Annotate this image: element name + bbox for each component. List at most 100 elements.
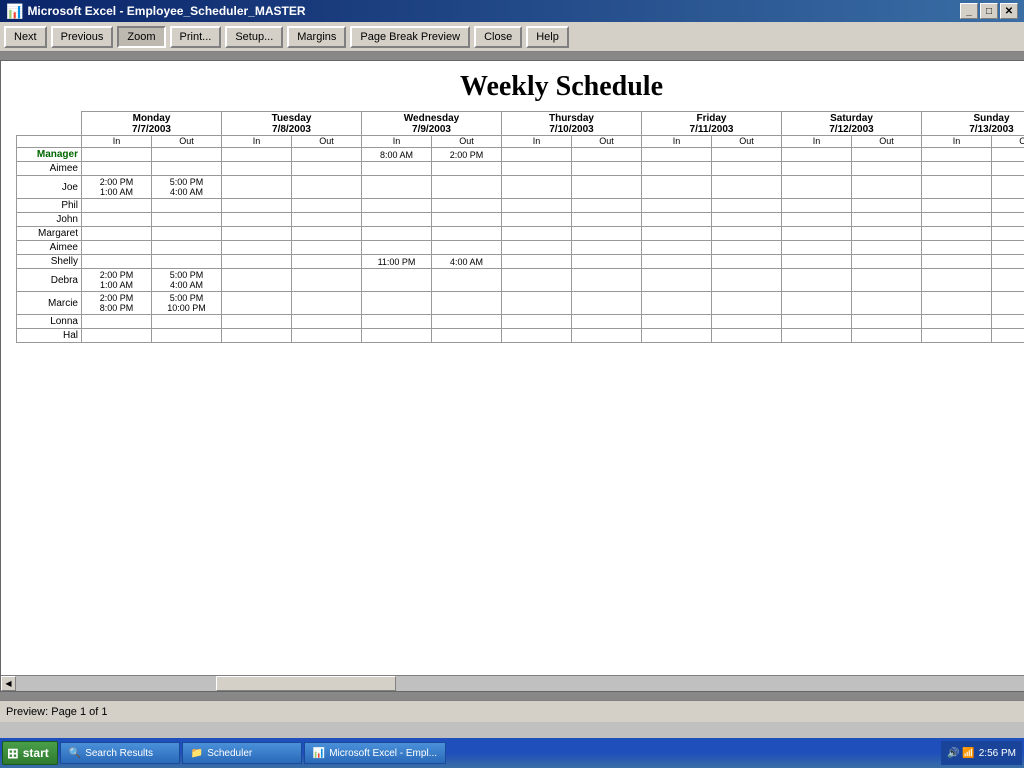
thu-out-cell: [572, 292, 642, 315]
wed-in-cell: [362, 292, 432, 315]
fri-out-cell: [712, 199, 782, 213]
wed-out-cell: [432, 241, 502, 255]
wed-out-cell: [432, 329, 502, 343]
taskbar-scheduler[interactable]: 📁 Scheduler: [182, 742, 302, 764]
employee-name: Lonna: [17, 315, 82, 329]
thu-out-cell: [572, 255, 642, 269]
mon-in-header: In: [82, 136, 152, 148]
tue-in-cell: [222, 162, 292, 176]
fri-in-cell: [642, 176, 712, 199]
employee-name: John: [17, 213, 82, 227]
page-break-preview-button[interactable]: Page Break Preview: [350, 26, 470, 48]
fri-in-cell: [642, 199, 712, 213]
tue-out-cell: [292, 269, 362, 292]
fri-in-cell: [642, 227, 712, 241]
mon-in-cell: [82, 213, 152, 227]
wed-in-cell: [362, 213, 432, 227]
tue-in-header: In: [222, 136, 292, 148]
wed-in-cell: 11:00 PM: [362, 255, 432, 269]
fri-out-cell: [712, 255, 782, 269]
sun-out-cell: [992, 292, 1024, 315]
tue-out-cell: [292, 176, 362, 199]
table-row: Manager8:00 AM2:00 PM36.00: [17, 148, 1024, 162]
sat-in-cell: [782, 227, 852, 241]
close-window-button[interactable]: ✕: [1000, 3, 1018, 19]
scroll-thumb[interactable]: [216, 676, 396, 691]
sat-in-cell: [782, 315, 852, 329]
tue-in-cell: [222, 329, 292, 343]
wed-out-cell: [432, 213, 502, 227]
wed-in-cell: [362, 227, 432, 241]
sun-in-cell: [922, 329, 992, 343]
thu-out-cell: [572, 213, 642, 227]
mon-in-cell: [82, 162, 152, 176]
taskbar-excel[interactable]: 📊 Microsoft Excel - Empl...: [304, 742, 446, 764]
table-row: Phil3.00: [17, 199, 1024, 213]
scheduler-label: Scheduler: [207, 748, 252, 759]
close-preview-button[interactable]: Close: [474, 26, 522, 48]
employee-name: Hal: [17, 329, 82, 343]
wed-out-cell: [432, 176, 502, 199]
thu-out-cell: [572, 269, 642, 292]
fri-in-cell: [642, 329, 712, 343]
print-button[interactable]: Print...: [170, 26, 222, 48]
sat-out-cell: [852, 241, 922, 255]
fri-in-header: In: [642, 136, 712, 148]
mon-out-cell: [152, 241, 222, 255]
wed-in-cell: [362, 241, 432, 255]
clock: 2:56 PM: [979, 748, 1016, 759]
sat-in-cell: [782, 199, 852, 213]
scroll-left-arrow[interactable]: ◀: [1, 676, 16, 691]
monday-header: Monday 7/7/2003: [82, 112, 222, 136]
thu-in-cell: [502, 269, 572, 292]
mon-in-cell: [82, 148, 152, 162]
thu-out-cell: [572, 148, 642, 162]
mon-out-cell: [152, 255, 222, 269]
thu-out-cell: [572, 176, 642, 199]
sat-out-cell: [852, 213, 922, 227]
scroll-track[interactable]: [16, 676, 1024, 691]
sun-out-cell: [992, 329, 1024, 343]
mon-out-cell: [152, 199, 222, 213]
saturday-header: Saturday 7/12/2003: [782, 112, 922, 136]
title-bar-buttons: _ □ ✕: [960, 3, 1018, 19]
tue-in-cell: [222, 199, 292, 213]
fri-out-cell: [712, 176, 782, 199]
next-button[interactable]: Next: [4, 26, 47, 48]
setup-button[interactable]: Setup...: [225, 26, 283, 48]
status-text: Preview: Page 1 of 1: [6, 706, 108, 718]
search-results-label: Search Results: [85, 748, 153, 759]
zoom-button[interactable]: Zoom: [117, 26, 165, 48]
margins-button[interactable]: Margins: [287, 26, 346, 48]
mon-out-cell: [152, 213, 222, 227]
sun-in-cell: [922, 176, 992, 199]
minimize-button[interactable]: _: [960, 3, 978, 19]
employee-name: Marcie: [17, 292, 82, 315]
in-out-header-row: In Out In Out In Out In Out In Out In Ou…: [17, 136, 1024, 148]
tue-in-cell: [222, 255, 292, 269]
fri-out-cell: [712, 241, 782, 255]
table-row: Aimee15.00: [17, 162, 1024, 176]
tue-out-cell: [292, 213, 362, 227]
taskbar-search-results[interactable]: 🔍 Search Results: [60, 742, 180, 764]
sun-in-cell: [922, 227, 992, 241]
sun-in-cell: [922, 199, 992, 213]
start-button[interactable]: ⊞ start: [2, 741, 58, 765]
tue-in-cell: [222, 241, 292, 255]
tue-in-cell: [222, 213, 292, 227]
thu-out-cell: [572, 315, 642, 329]
maximize-button[interactable]: □: [980, 3, 998, 19]
sun-in-cell: [922, 315, 992, 329]
fri-in-cell: [642, 255, 712, 269]
fri-in-cell: [642, 292, 712, 315]
sat-in-cell: [782, 292, 852, 315]
horizontal-scrollbar[interactable]: ◀ ▶ 1: [1, 675, 1024, 691]
sat-out-cell: [852, 148, 922, 162]
help-button[interactable]: Help: [526, 26, 569, 48]
fri-out-cell: [712, 315, 782, 329]
employee-name: Joe: [17, 176, 82, 199]
sat-out-cell: [852, 199, 922, 213]
schedule-table: Monday 7/7/2003 Tuesday 7/8/2003 Wednesd…: [16, 111, 1024, 343]
previous-button[interactable]: Previous: [51, 26, 114, 48]
fri-in-cell: [642, 162, 712, 176]
